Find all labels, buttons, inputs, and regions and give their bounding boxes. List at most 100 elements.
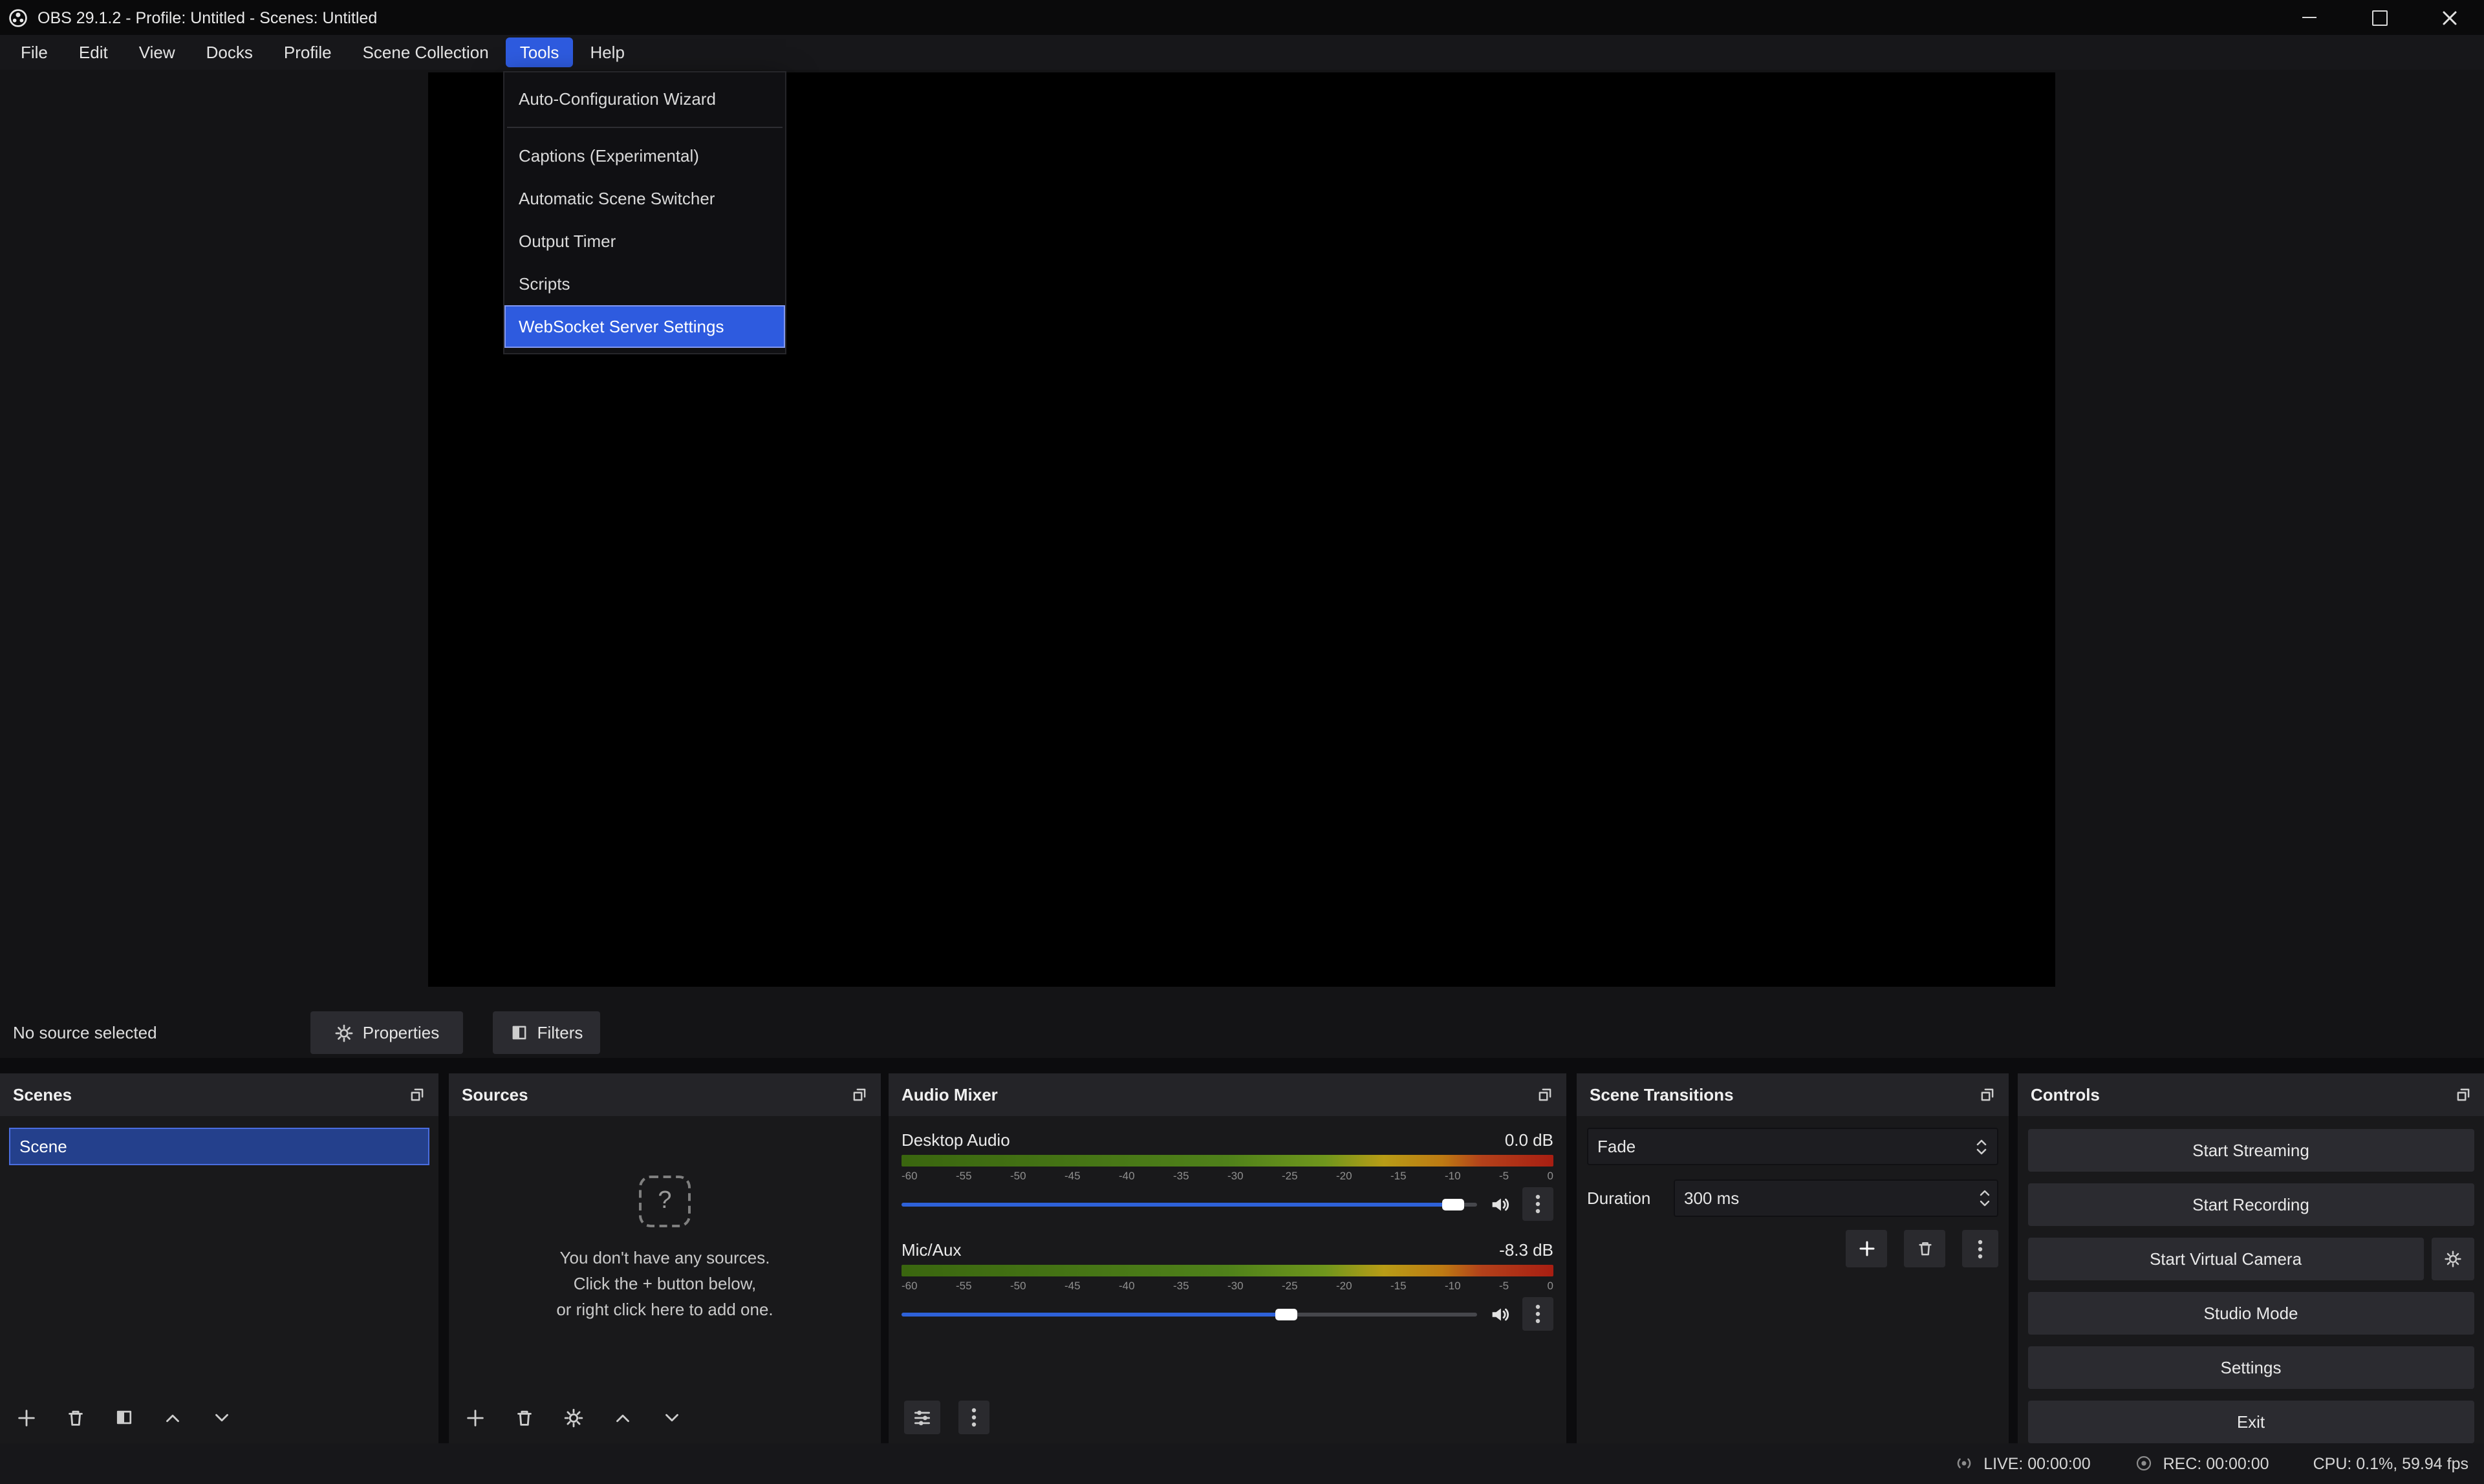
virtual-camera-settings-button[interactable] [2431, 1238, 2474, 1280]
meter-tick-label: -50 [1010, 1168, 1026, 1181]
scene-transitions-dock: Scene Transitions Fade Duration 300 ms [1577, 1073, 2009, 1443]
menu-scene-collection[interactable]: Scene Collection [349, 38, 503, 67]
spinbox-arrows[interactable] [1971, 1181, 1997, 1216]
properties-button[interactable]: Properties [310, 1011, 463, 1054]
audio-mixer-body: Desktop Audio 0.0 dB -60-55-50-45-40-35-… [889, 1116, 1566, 1392]
trash-icon [1915, 1239, 1934, 1258]
scenes-toolbar [0, 1392, 438, 1443]
channel-menu-button[interactable] [1522, 1187, 1553, 1221]
window-controls [2274, 0, 2484, 35]
remove-scene-button[interactable] [65, 1406, 87, 1428]
scene-list-item[interactable]: Scene [9, 1128, 429, 1165]
meter-tick-label: -5 [1499, 1168, 1509, 1181]
add-scene-button[interactable] [16, 1406, 38, 1428]
audio-mixer-dock-header[interactable]: Audio Mixer [889, 1073, 1566, 1116]
popout-icon[interactable] [1537, 1086, 1553, 1103]
preview-region: No source selected Properties Filters [0, 70, 2484, 1058]
add-transition-button[interactable] [1846, 1230, 1887, 1267]
menu-item-scripts[interactable]: Scripts [504, 263, 785, 305]
live-time: LIVE: 00:00:00 [1983, 1455, 2090, 1473]
mute-button[interactable] [1489, 1193, 1511, 1215]
remove-source-button[interactable] [513, 1406, 535, 1428]
title-bar[interactable]: OBS 29.1.2 - Profile: Untitled - Scenes:… [0, 0, 2484, 35]
sources-list[interactable]: ? You don't have any sources. Click the … [449, 1116, 881, 1392]
menu-help[interactable]: Help [576, 38, 639, 67]
scenes-dock-header[interactable]: Scenes [0, 1073, 438, 1116]
start-streaming-button[interactable]: Start Streaming [2028, 1129, 2474, 1172]
properties-label: Properties [363, 1023, 440, 1042]
menu-file[interactable]: File [6, 38, 62, 67]
sliders-icon [912, 1407, 933, 1428]
filters-button[interactable]: Filters [493, 1011, 600, 1054]
sources-empty-line: Click the + button below, [574, 1271, 757, 1297]
maximize-button[interactable] [2344, 0, 2414, 35]
start-virtual-camera-button[interactable]: Start Virtual Camera [2028, 1238, 2423, 1280]
channel-name: Desktop Audio [902, 1130, 1010, 1149]
meter-tick-label: -45 [1064, 1278, 1081, 1291]
scene-filters-button[interactable] [114, 1407, 135, 1428]
menu-item-auto-configuration-wizard[interactable]: Auto-Configuration Wizard [504, 78, 785, 120]
settings-button[interactable]: Settings [2028, 1346, 2474, 1389]
audio-mixer-dock: Audio Mixer Desktop Audio 0.0 dB -60-55-… [889, 1073, 1566, 1443]
transitions-dock-header[interactable]: Scene Transitions [1577, 1073, 2009, 1116]
menu-item-websocket-server-settings[interactable]: WebSocket Server Settings [504, 305, 785, 348]
sources-empty-line: You don't have any sources. [560, 1245, 770, 1271]
menu-profile[interactable]: Profile [270, 38, 346, 67]
menu-edit[interactable]: Edit [65, 38, 122, 67]
source-toolbar: No source selected Properties Filters [0, 1007, 2484, 1058]
add-source-button[interactable] [464, 1406, 486, 1428]
slider-handle[interactable] [1442, 1198, 1464, 1210]
minimize-button[interactable] [2274, 0, 2344, 35]
remove-transition-button[interactable] [1904, 1230, 1945, 1267]
record-icon [2135, 1454, 2154, 1474]
popout-icon[interactable] [409, 1086, 426, 1103]
sources-empty-state: ? You don't have any sources. Click the … [449, 1176, 881, 1323]
channel-menu-button[interactable] [1522, 1297, 1553, 1331]
start-recording-button[interactable]: Start Recording [2028, 1183, 2474, 1226]
menu-tools[interactable]: Tools [506, 38, 574, 67]
menu-item-captions-experimental[interactable]: Captions (Experimental) [504, 134, 785, 177]
meter-tick-label: -45 [1064, 1168, 1081, 1181]
source-properties-button[interactable] [563, 1406, 585, 1428]
cpu-fps-text: CPU: 0.1%, 59.94 fps [2313, 1455, 2468, 1473]
menu-separator [507, 127, 783, 128]
performance-stats: CPU: 0.1%, 59.94 fps [2313, 1455, 2468, 1473]
transition-selected-value: Fade [1597, 1137, 1636, 1156]
plus-icon [1857, 1239, 1876, 1258]
menu-view[interactable]: View [125, 38, 189, 67]
menu-item-output-timer[interactable]: Output Timer [504, 220, 785, 263]
move-scene-up-button[interactable] [162, 1406, 184, 1428]
popout-icon[interactable] [851, 1086, 868, 1103]
move-scene-down-button[interactable] [211, 1406, 233, 1428]
move-source-down-button[interactable] [661, 1406, 683, 1428]
popout-icon[interactable] [1979, 1086, 1996, 1103]
menu-docks[interactable]: Docks [192, 38, 267, 67]
meter-tick-label: -10 [1445, 1278, 1461, 1291]
gear-icon [563, 1406, 585, 1428]
meter-tick-label: -5 [1499, 1278, 1509, 1291]
mixer-menu-button[interactable] [958, 1401, 989, 1434]
sources-dock-header[interactable]: Sources [449, 1073, 881, 1116]
volume-slider[interactable] [902, 1304, 1477, 1324]
transition-select[interactable]: Fade [1587, 1128, 1998, 1165]
menu-item-automatic-scene-switcher[interactable]: Automatic Scene Switcher [504, 177, 785, 220]
filters-label: Filters [537, 1023, 583, 1042]
controls-dock-header[interactable]: Controls [2018, 1073, 2484, 1116]
dots-vertical-icon [1978, 1238, 1983, 1259]
studio-mode-button[interactable]: Studio Mode [2028, 1292, 2474, 1335]
exit-button[interactable]: Exit [2028, 1401, 2474, 1443]
move-source-up-button[interactable] [612, 1406, 634, 1428]
virtual-camera-row: Start Virtual Camera [2028, 1238, 2474, 1280]
slider-handle[interactable] [1275, 1308, 1297, 1320]
volume-slider[interactable] [902, 1194, 1477, 1214]
mute-button[interactable] [1489, 1303, 1511, 1325]
popout-icon[interactable] [2454, 1086, 2471, 1103]
transition-properties-button[interactable] [1962, 1230, 1998, 1267]
duration-spinbox[interactable]: 300 ms [1674, 1179, 1998, 1217]
broadcast-icon [1952, 1453, 1974, 1475]
rec-status: REC: 00:00:00 [2135, 1454, 2269, 1474]
advanced-audio-properties-button[interactable] [904, 1401, 940, 1434]
close-button[interactable] [2414, 0, 2484, 35]
window-title: OBS 29.1.2 - Profile: Untitled - Scenes:… [38, 8, 377, 27]
duration-label: Duration [1587, 1188, 1674, 1208]
